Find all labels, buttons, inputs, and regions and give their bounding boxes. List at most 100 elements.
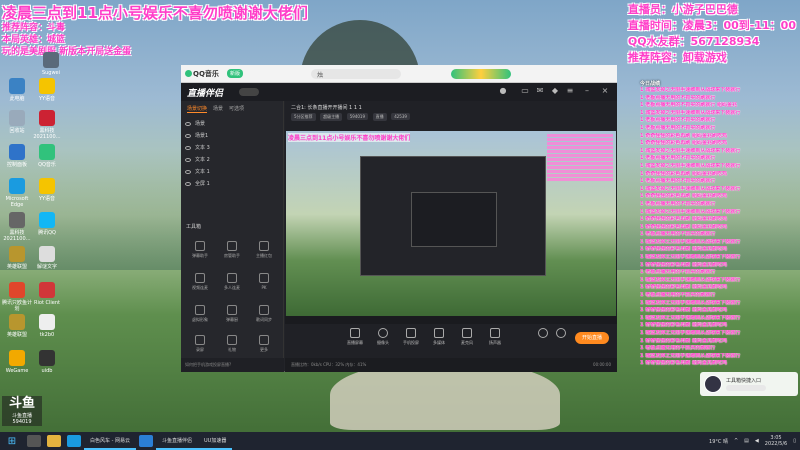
camera-button[interactable]: 摄像头: [369, 328, 397, 346]
scene-item[interactable]: 文本 3: [185, 142, 279, 153]
desktop-icon[interactable]: 解谜文字: [30, 246, 64, 270]
scene-item[interactable]: 文本 2: [185, 154, 279, 165]
toolbox-shortcut-card[interactable]: 工具箱快捷入口: [700, 372, 798, 396]
desktop-icon[interactable]: 此电脑: [0, 78, 34, 102]
desktop-icon[interactable]: Riot Client: [30, 282, 64, 306]
taskbar-item-uu[interactable]: UU加速器: [198, 432, 233, 450]
tool-red-packet[interactable]: 主播红包: [251, 241, 277, 259]
notification-icon[interactable]: ▯: [793, 438, 796, 444]
close-icon[interactable]: ×: [601, 87, 609, 95]
stream-title-overlay: 凌晨三点到11点小号娱乐不喜勿喷谢谢大佬们: [2, 4, 308, 22]
desktop-icon[interactable]: 腾讯QQ: [30, 212, 64, 236]
taskbar-item-live-companion[interactable]: 斗鱼直播伴侣: [155, 432, 198, 450]
settings-button[interactable]: [547, 328, 575, 340]
tool-more[interactable]: 更多: [251, 335, 277, 353]
start-live-button[interactable]: 开始直播: [575, 332, 609, 344]
desktop-icon[interactable]: YY语音: [30, 178, 64, 202]
menu-icon[interactable]: ≡: [566, 87, 574, 95]
eye-icon[interactable]: [185, 121, 191, 126]
user-icon[interactable]: ●: [499, 87, 507, 95]
gift-icon[interactable]: ◆: [551, 87, 559, 95]
speaker-button[interactable]: 扬声器: [481, 328, 509, 346]
clock[interactable]: 3:05 2022/5/6: [765, 435, 787, 447]
start-button[interactable]: ⊞: [0, 432, 24, 450]
tool-danmu-kitchen[interactable]: 弹幕厨: [219, 305, 245, 323]
chat-line: 1 奇奇怪怪的彩色再刷 组码金兆刷吃鸡: [640, 132, 727, 139]
minimize-icon[interactable]: –: [583, 87, 591, 95]
viewer-count-pill: 42539: [391, 113, 410, 120]
microphone-button[interactable]: 麦克风: [453, 328, 481, 346]
tool-label: 歌词同步: [256, 317, 272, 322]
phone-cast-button[interactable]: 手机投屏: [397, 328, 425, 346]
mobile-cast-help-link[interactable]: 如何把手机游戏投屏直播?: [181, 358, 284, 372]
eye-icon[interactable]: [185, 133, 191, 138]
user-icon: [227, 241, 237, 251]
scene-item[interactable]: 场景: [185, 118, 279, 129]
qq-music-name: QQ音乐: [193, 70, 219, 78]
tool-avatar[interactable]: 虚拟形象: [187, 305, 213, 323]
tool-record[interactable]: 录屏: [187, 335, 213, 353]
desktop-icon[interactable]: uidb: [30, 350, 64, 374]
tool-pk[interactable]: PK: [251, 273, 277, 290]
tool-multi-link[interactable]: 多人连麦: [219, 273, 245, 291]
screen-capture-button[interactable]: 直播屏幕: [341, 328, 369, 346]
qq-search-input[interactable]: 烛: [311, 69, 401, 79]
chat-line: 1 城篮发掉之无限手速维到从战球来下装就行: [640, 314, 741, 321]
tool-danmu-helper[interactable]: 弹幕助手: [187, 241, 213, 259]
tool-video-link[interactable]: 视频连麦: [187, 273, 213, 291]
group-icon: [227, 273, 237, 283]
desktop-icon[interactable]: 英雄联盟: [0, 246, 34, 270]
tab-scene-switch[interactable]: 场景切换: [187, 105, 208, 113]
desktop-icon[interactable]: WeGame: [0, 350, 34, 374]
desktop-icon[interactable]: 回收站: [0, 110, 34, 134]
chat-line: 1 城篮发掉之无限手速维到从战球来下装就行: [640, 299, 741, 306]
desktop-icon-label: WeGame: [5, 368, 29, 374]
scene-item[interactable]: 场景1: [185, 130, 279, 141]
desktop-icon[interactable]: tk2b0: [30, 314, 64, 338]
desktop-icon[interactable]: 控制面板: [0, 144, 34, 168]
tab-options[interactable]: 可选项: [229, 105, 244, 113]
desktop-icon[interactable]: 英雄联盟: [0, 314, 34, 338]
weather-text[interactable]: 19°C 晴: [709, 438, 728, 445]
eye-icon[interactable]: [185, 145, 191, 150]
pk-icon: [259, 273, 269, 283]
toolbox-title: 工具箱: [186, 224, 202, 230]
scene-item[interactable]: 全屏 1: [185, 178, 279, 189]
tool-lyrics[interactable]: 歌词同步: [251, 305, 277, 323]
tool-label: 视频连麦: [192, 285, 208, 290]
file-explorer-icon[interactable]: [47, 435, 61, 447]
scene-label: 文本 3: [195, 145, 210, 151]
qq-toolbar-badges[interactable]: [451, 69, 511, 79]
eye-icon[interactable]: [185, 181, 191, 186]
taskbar-item-netease-music[interactable]: 白色风车 - 网易云: [84, 432, 136, 450]
volume-icon[interactable]: ◀: [755, 438, 759, 444]
category-pill[interactable]: 5分区推荐: [291, 113, 316, 121]
chevron-up-icon[interactable]: ^: [734, 438, 738, 444]
tab-scene[interactable]: 场景: [213, 105, 223, 113]
desktop-icon[interactable]: 黑科技2021100…: [30, 110, 64, 140]
desktop-icon[interactable]: Sugwei: [34, 52, 68, 76]
desktop-icon[interactable]: 腾讯只欧鱼计划: [0, 282, 34, 312]
app-icon[interactable]: [138, 435, 153, 447]
chat-line: 1 老板点播无用的不抓买的刷就行: [640, 117, 716, 124]
app-logo: 直播伴侣: [187, 89, 224, 99]
room-header: 二合1: 长条直播开开播间 1 1 1 5分区推荐 超级主播 594019 直播…: [285, 101, 617, 121]
qq-badge: 新版: [227, 69, 244, 78]
desktop-icon[interactable]: Microsoft Edge: [0, 178, 34, 208]
edge-icon[interactable]: [67, 435, 81, 447]
search-icon[interactable]: [27, 435, 41, 447]
live-preview[interactable]: 凌晨三点到11点小号娱乐不喜勿喷谢谢大佬们: [286, 131, 616, 316]
tool-room-admin[interactable]: 房管助手: [219, 241, 245, 259]
eye-icon[interactable]: [185, 157, 191, 162]
chat-icon[interactable]: ▭: [521, 87, 529, 95]
eye-icon[interactable]: [185, 169, 191, 174]
media-button[interactable]: 多媒体: [425, 328, 453, 346]
network-icon[interactable]: ▤: [744, 438, 749, 444]
scene-item[interactable]: 文本 1: [185, 166, 279, 177]
desktop-icon[interactable]: QQ音乐: [30, 144, 64, 168]
desktop-icon[interactable]: 黑科技2021100…: [0, 212, 34, 242]
desktop-icon[interactable]: YY语音: [30, 78, 64, 102]
mail-icon[interactable]: ✉: [536, 87, 544, 95]
status-text: 直播比特：0kb/s CPU：32% 内存：41%: [291, 362, 367, 367]
tool-gift[interactable]: 礼物: [219, 335, 245, 353]
